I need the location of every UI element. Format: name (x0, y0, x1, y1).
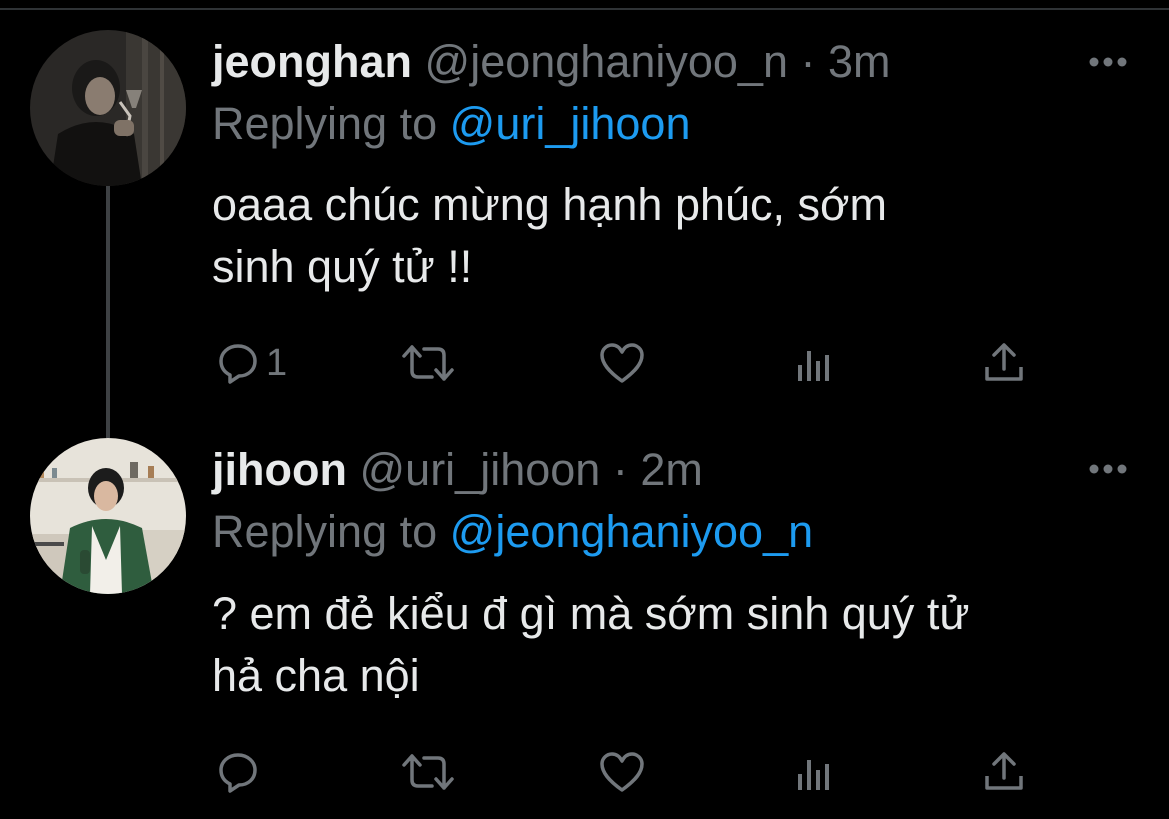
action-bar: 1 (212, 333, 1032, 393)
action-bar (212, 742, 1032, 802)
user-handle[interactable]: @uri_jihoon (359, 444, 600, 495)
reply-button[interactable] (216, 742, 266, 802)
more-icon[interactable] (1086, 459, 1130, 479)
share-icon (985, 752, 1023, 790)
like-button[interactable] (598, 742, 646, 802)
tweet-text-line: sinh quý tử !! (212, 241, 473, 292)
share-button[interactable] (982, 333, 1026, 393)
replying-to-mention[interactable]: @uri_jihoon (450, 98, 691, 149)
retweet-button[interactable] (400, 742, 456, 802)
analytics-icon (798, 760, 829, 790)
replying-to-line: Replying to @jeonghaniyoo_n (212, 502, 813, 562)
thread-connector-line (106, 186, 110, 438)
tweet-text-line: hả cha nội (212, 650, 420, 701)
more-icon[interactable] (1086, 52, 1130, 72)
reply-icon (219, 344, 257, 384)
like-icon (600, 343, 644, 383)
analytics-button[interactable] (792, 333, 836, 393)
user-handle[interactable]: @jeonghaniyoo_n (425, 36, 788, 87)
timestamp[interactable]: 2m (640, 444, 703, 495)
replying-to-label: Replying to (212, 506, 438, 557)
retweet-icon (402, 754, 454, 790)
top-divider (0, 8, 1169, 10)
separator-dot: · (612, 444, 628, 495)
separator-dot: · (800, 36, 816, 87)
tweet-header: jihoon @uri_jihoon · 2m (212, 440, 703, 500)
tweet-text-line: oaaa chúc mừng hạnh phúc, sớm (212, 179, 888, 230)
share-icon (985, 343, 1023, 381)
replying-to-line: Replying to @uri_jihoon (212, 94, 690, 154)
share-button[interactable] (982, 742, 1026, 802)
tweet-text-line: ? em đẻ kiểu đ gì mà sớm sinh quý tử (212, 588, 970, 639)
tweet-header: jeonghan @jeonghaniyoo_n · 3m (212, 32, 891, 92)
display-name[interactable]: jihoon (212, 444, 347, 495)
like-button[interactable] (598, 333, 646, 393)
replying-to-mention[interactable]: @jeonghaniyoo_n (450, 506, 813, 557)
display-name[interactable]: jeonghan (212, 36, 412, 87)
analytics-icon (798, 351, 829, 381)
retweet-icon (402, 345, 454, 381)
reply-button[interactable]: 1 (216, 333, 287, 393)
avatar[interactable] (30, 438, 186, 594)
tweet-text: ? em đẻ kiểu đ gì mà sớm sinh quý tử hả … (212, 583, 1142, 707)
analytics-button[interactable] (792, 742, 836, 802)
reply-count: 1 (266, 341, 288, 384)
avatar[interactable] (30, 30, 186, 186)
retweet-button[interactable] (400, 333, 456, 393)
reply-icon (219, 753, 257, 793)
replying-to-label: Replying to (212, 98, 438, 149)
tweet-text: oaaa chúc mừng hạnh phúc, sớm sinh quý t… (212, 174, 1142, 298)
timestamp[interactable]: 3m (828, 36, 891, 87)
like-icon (600, 752, 644, 792)
